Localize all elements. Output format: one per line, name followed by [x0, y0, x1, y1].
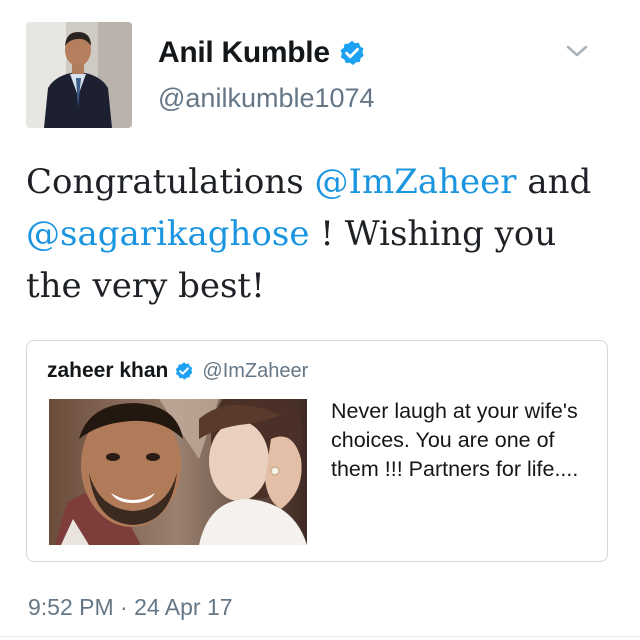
mention-link-imzaheer[interactable]: @ImZaheer: [315, 162, 517, 202]
divider: [0, 636, 640, 637]
author-avatar[interactable]: [26, 22, 132, 128]
quoted-tweet-photo[interactable]: [49, 399, 307, 545]
quoted-tweet-card[interactable]: zaheer khan @ImZaheer Never laugh at you…: [26, 340, 608, 562]
mention-link-sagarikaghose[interactable]: @sagarikaghose: [26, 214, 309, 254]
tweet-text-part: and: [516, 162, 592, 202]
verified-badge-icon: [176, 362, 193, 380]
quoted-tweet-text: Never laugh at your wife's choices. You …: [331, 399, 579, 481]
author-handle[interactable]: @anilkumble1074: [158, 83, 375, 114]
quoted-author-name: zaheer khan: [47, 359, 169, 382]
verified-badge-icon: [340, 40, 364, 66]
tweet-text: Congratulations @ImZaheer and @sagarikag…: [26, 156, 616, 312]
profile-photo-icon: [26, 22, 132, 128]
couple-photo-icon: [49, 399, 307, 545]
quoted-author-handle: @ImZaheer: [202, 359, 309, 382]
tweet-timestamp[interactable]: 9:52 PM · 24 Apr 17: [28, 594, 233, 621]
chevron-down-icon[interactable]: [562, 40, 592, 62]
author-name[interactable]: Anil Kumble: [158, 36, 330, 70]
tweet-text-part: Congratulations: [26, 162, 315, 202]
